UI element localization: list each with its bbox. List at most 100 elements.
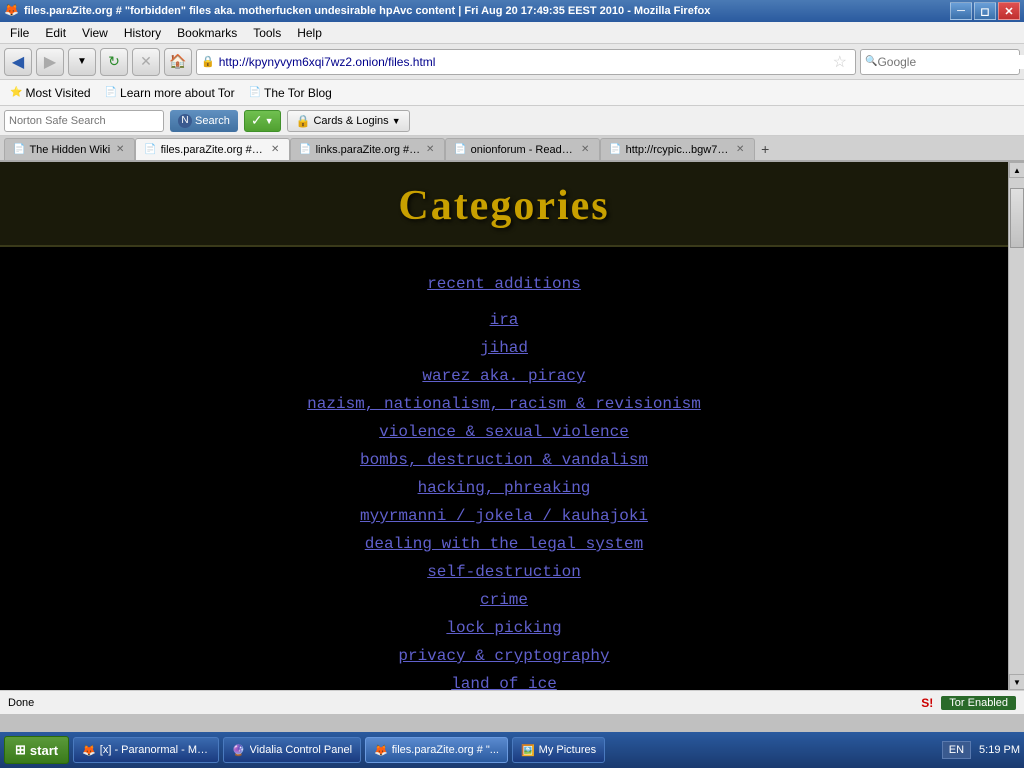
tab-close-button[interactable]: ✕	[579, 144, 591, 156]
menu-tools[interactable]: Tools	[245, 22, 289, 43]
link-crime[interactable]: crime	[0, 588, 1008, 612]
tab-favicon-icon: 📄	[454, 144, 466, 155]
reload-button[interactable]: ↻	[100, 48, 128, 76]
taskbar: ⊞ start 🦊 [x] - Paranormal - Mo... 🔮 Vid…	[0, 732, 1024, 768]
close-button[interactable]: ✕	[998, 2, 1020, 20]
link-self-destruction[interactable]: self-destruction	[0, 560, 1008, 584]
status-left: Done	[8, 697, 34, 709]
link-land-of-ice[interactable]: land of ice	[0, 672, 1008, 690]
page-content: Categories recent additions ira jihad wa…	[0, 162, 1008, 690]
tab-close-button[interactable]: ✕	[424, 144, 436, 156]
url-input[interactable]	[219, 55, 829, 69]
search-label: Search	[195, 115, 230, 127]
status-bar: Done S! Tor Enabled	[0, 690, 1024, 714]
link-violence[interactable]: violence & sexual violence	[0, 420, 1008, 444]
link-hacking[interactable]: hacking, phreaking	[0, 476, 1008, 500]
link-lock-picking[interactable]: lock picking	[0, 616, 1008, 640]
taskbar-item-label: files.paraZite.org # "...	[392, 744, 499, 756]
scroll-down-button[interactable]: ▼	[1009, 674, 1024, 690]
tab-close-button[interactable]: ✕	[114, 144, 126, 156]
menu-bookmarks[interactable]: Bookmarks	[169, 22, 245, 43]
tor-enabled-indicator: Tor Enabled	[941, 696, 1016, 710]
tab-parazite-links[interactable]: 📄 links.paraZite.org # underg... ✕	[290, 138, 445, 160]
tab-close-button[interactable]: ✕	[734, 144, 746, 156]
home-button[interactable]: 🏠	[164, 48, 192, 76]
star-icon: ⭐	[10, 87, 22, 98]
lock-icon: 🔒	[201, 55, 215, 68]
taskbar-item-label: Vidalia Control Panel	[250, 744, 353, 756]
norton-search-input[interactable]	[9, 115, 159, 127]
vertical-scrollbar[interactable]: ▲ ▼	[1008, 162, 1024, 690]
start-label: start	[30, 743, 58, 758]
tab-onionforum[interactable]: 📄 onionforum - Reading Topic... ✕	[445, 138, 600, 160]
link-myyrmanni[interactable]: myyrmanni / jokela / kauhajoki	[0, 504, 1008, 528]
taskbar-item-label: My Pictures	[539, 744, 596, 756]
norton-icon: N	[178, 114, 192, 128]
window-controls: ─ ◻ ✕	[950, 2, 1020, 20]
link-bombs[interactable]: bombs, destruction & vandalism	[0, 448, 1008, 472]
back-button[interactable]: ◀	[4, 48, 32, 76]
taskbar-item-icon: 🔮	[232, 744, 246, 757]
scroll-track[interactable]	[1009, 178, 1024, 674]
address-bar: 🔒 ☆	[196, 49, 856, 75]
bookmark-tor-blog[interactable]: 📄 The Tor Blog	[243, 84, 338, 102]
status-text: Done	[8, 697, 34, 709]
menu-edit[interactable]: Edit	[37, 22, 74, 43]
search-input[interactable]	[877, 55, 1024, 69]
taskbar-pictures[interactable]: 🖼️ My Pictures	[512, 737, 605, 763]
taskbar-item-icon: 🦊	[374, 744, 388, 757]
taskbar-right: EN 5:19 PM	[942, 741, 1020, 759]
taskbar-paranormal[interactable]: 🦊 [x] - Paranormal - Mo...	[73, 737, 219, 763]
windows-icon: ⊞	[15, 742, 26, 758]
tab-hidden-wiki[interactable]: 📄 The Hidden Wiki ✕	[4, 138, 135, 160]
start-button[interactable]: ⊞ start	[4, 736, 69, 764]
norton-search-button[interactable]: N Search	[170, 110, 238, 132]
taskbar-parazite[interactable]: 🦊 files.paraZite.org # "...	[365, 737, 508, 763]
tab-parazite-files[interactable]: 📄 files.paraZite.org # "fo... ✕	[135, 138, 290, 160]
dropdown-icon: ▼	[392, 116, 401, 126]
scroll-thumb[interactable]	[1010, 188, 1024, 248]
scroll-up-button[interactable]: ▲	[1009, 162, 1024, 178]
forward-button[interactable]: ▶	[36, 48, 64, 76]
browser-viewport: Categories recent additions ira jihad wa…	[0, 162, 1024, 690]
minimize-button[interactable]: ─	[950, 2, 972, 20]
tab-label: links.paraZite.org # underg...	[316, 144, 421, 156]
search-box: 🔍 ▼	[860, 49, 1020, 75]
restore-button[interactable]: ◻	[974, 2, 996, 20]
menu-view[interactable]: View	[74, 22, 116, 43]
taskbar-vidalia[interactable]: 🔮 Vidalia Control Panel	[223, 737, 361, 763]
new-tab-button[interactable]: +	[755, 138, 775, 160]
tab-close-button[interactable]: ✕	[269, 144, 281, 156]
tab-label: onionforum - Reading Topic...	[471, 144, 576, 156]
link-warez[interactable]: warez aka. piracy	[0, 364, 1008, 388]
security-check-button[interactable]: ✓ ▼	[244, 110, 281, 132]
status-right: S! Tor Enabled	[921, 696, 1016, 710]
tab-label: files.paraZite.org # "fo...	[161, 144, 266, 156]
tab-rcypic[interactable]: 📄 http://rcypic...bgw7dq.onion/ ✕	[600, 138, 755, 160]
navigation-bar: ◀ ▶ ▼ ↻ ✕ 🏠 🔒 ☆ 🔍 ▼	[0, 44, 1024, 80]
menu-file[interactable]: File	[2, 22, 37, 43]
bookmark-learn-tor[interactable]: 📄 Learn more about Tor	[99, 84, 241, 102]
stop-button[interactable]: ✕	[132, 48, 160, 76]
bookmark-label: The Tor Blog	[264, 86, 332, 100]
cards-logins-button[interactable]: 🔒 Cards & Logins ▼	[287, 110, 410, 132]
bookmark-star[interactable]: ☆	[829, 52, 851, 72]
tab-label: The Hidden Wiki	[29, 144, 110, 156]
taskbar-clock: 5:19 PM	[979, 744, 1020, 756]
norton-status: S!	[921, 696, 933, 710]
bookmark-most-visited[interactable]: ⭐ Most Visited	[4, 84, 97, 102]
link-recent-additions[interactable]: recent additions	[0, 272, 1008, 296]
link-nazism[interactable]: nazism, nationalism, racism & revisionis…	[0, 392, 1008, 416]
link-privacy[interactable]: privacy & cryptography	[0, 644, 1008, 668]
link-jihad[interactable]: jihad	[0, 336, 1008, 360]
menu-history[interactable]: History	[116, 22, 169, 43]
norton-s-icon: S!	[921, 696, 933, 710]
menu-help[interactable]: Help	[289, 22, 330, 43]
window-title: files.paraZite.org # "forbidden" files a…	[24, 5, 950, 17]
dropdown-button[interactable]: ▼	[68, 48, 96, 76]
title-bar: 🦊 files.paraZite.org # "forbidden" files…	[0, 0, 1024, 22]
tab-favicon-icon: 📄	[299, 144, 311, 155]
link-legal[interactable]: dealing with the legal system	[0, 532, 1008, 556]
language-indicator: EN	[942, 741, 971, 759]
link-ira[interactable]: ira	[0, 308, 1008, 332]
